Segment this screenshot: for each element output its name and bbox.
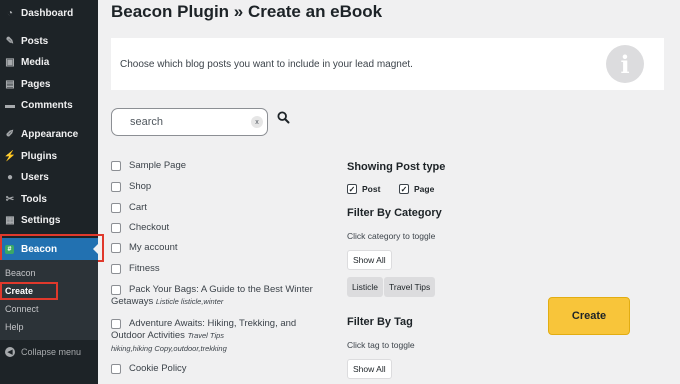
sidebar-item-appearance[interactable]: ✐ Appearance xyxy=(0,123,98,145)
sidebar-item-users[interactable]: ● Users xyxy=(0,166,98,188)
search-box: x xyxy=(111,108,268,136)
post-checkbox[interactable] xyxy=(111,285,121,295)
beacon-highlight-box xyxy=(0,234,104,262)
post-checkbox[interactable] xyxy=(111,264,121,274)
checkmark-icon: ✓ xyxy=(399,184,409,194)
post-checkbox[interactable] xyxy=(111,161,121,171)
submenu-item-connect[interactable]: Connect xyxy=(5,304,39,314)
create-highlight-box xyxy=(0,282,58,300)
dashboard-icon: ◔ xyxy=(6,7,14,19)
post-checkbox[interactable] xyxy=(111,243,121,253)
sidebar-item-posts[interactable]: ✎ Posts xyxy=(0,30,98,52)
sidebar-item-comments[interactable]: ▬ Comments xyxy=(0,94,98,116)
search-icon xyxy=(276,110,289,123)
brush-icon: ✐ xyxy=(5,128,15,140)
checkmark-icon: ✓ xyxy=(347,184,357,194)
category-chip-travel-tips[interactable]: Travel Tips xyxy=(384,277,436,297)
post-checkbox[interactable] xyxy=(111,203,121,213)
post-checkbox[interactable] xyxy=(111,319,121,329)
category-chip-listicle[interactable]: Listicle xyxy=(347,277,383,297)
sidebar-item-settings[interactable]: ▦ Settings xyxy=(0,209,98,231)
info-icon: i xyxy=(606,45,644,83)
media-icon: ▣ xyxy=(5,56,15,68)
tag-heading: Filter By Tag xyxy=(347,316,413,328)
pushpin-icon: ✎ xyxy=(5,35,15,47)
sidebar-item-dashboard[interactable]: ◔ Dashboard xyxy=(0,2,98,24)
sidebar-item-plugins[interactable]: ⚡ Plugins xyxy=(0,145,98,167)
tag-hint: Click tag to toggle xyxy=(347,340,415,350)
page-title: Beacon Plugin » Create an eBook xyxy=(111,2,383,21)
sidebar-item-pages[interactable]: ▤ Pages xyxy=(0,73,98,95)
search-button[interactable] xyxy=(272,106,294,128)
category-show-all-button[interactable]: Show All xyxy=(347,250,392,270)
plugin-icon: ⚡ xyxy=(3,150,17,162)
create-button[interactable]: Create xyxy=(548,297,630,335)
sidebar-item-media[interactable]: ▣ Media xyxy=(0,51,98,73)
collapse-menu-button[interactable]: ◀ Collapse menu xyxy=(0,342,98,362)
post-tags: Travel Tips xyxy=(187,331,225,340)
post-tags: hiking,hiking Copy,outdoor,trekking xyxy=(111,344,227,353)
tag-show-all-button[interactable]: Show All xyxy=(347,359,392,379)
post-checkbox[interactable] xyxy=(111,223,121,233)
search-input[interactable] xyxy=(130,115,240,129)
post-checkbox[interactable] xyxy=(111,182,121,192)
user-icon: ● xyxy=(6,171,14,183)
collapse-arrow-icon: ◀ xyxy=(5,347,15,357)
post-type-post[interactable]: ✓ Post xyxy=(347,184,380,194)
submenu-item-help[interactable]: Help xyxy=(5,322,24,332)
wrench-icon: ✂ xyxy=(5,193,15,205)
category-hint: Click category to toggle xyxy=(347,231,436,241)
admin-sidebar: ◔ Dashboard ✎ Posts ▣ Media ▤ Pages ▬ Co… xyxy=(0,0,104,384)
post-type-page[interactable]: ✓ Page xyxy=(399,184,434,194)
comment-icon: ▬ xyxy=(5,99,15,111)
category-heading: Filter By Category xyxy=(347,207,442,219)
post-type-heading: Showing Post type xyxy=(347,161,446,173)
sidebar-item-tools[interactable]: ✂ Tools xyxy=(0,188,98,210)
submenu-item-beacon[interactable]: Beacon xyxy=(5,268,36,278)
info-notice: Choose which blog posts you want to incl… xyxy=(111,38,664,90)
beacon-submenu: Beacon Create Connect Help xyxy=(0,260,98,340)
post-tags: Listicle listicle,winter xyxy=(155,297,224,306)
notice-text: Choose which blog posts you want to incl… xyxy=(120,59,413,70)
settings-icon: ▦ xyxy=(5,214,15,226)
clear-search-icon[interactable]: x xyxy=(251,116,263,128)
post-checkbox[interactable] xyxy=(111,364,121,374)
pages-icon: ▤ xyxy=(5,78,15,90)
